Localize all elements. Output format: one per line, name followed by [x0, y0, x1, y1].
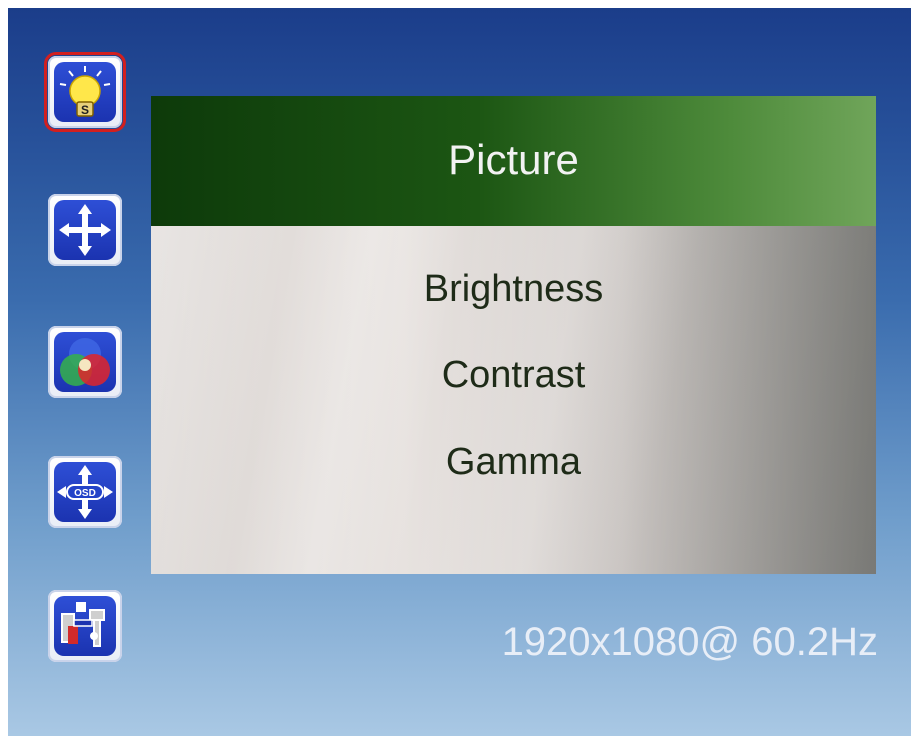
picture-menu-button-bg: S: [54, 62, 116, 122]
osd-menu-button-bg: OSD: [54, 462, 116, 522]
position-menu-button[interactable]: [48, 194, 122, 266]
setup-menu-button[interactable]: [48, 590, 122, 662]
tools-icon: [61, 602, 105, 647]
osd-position-icon: OSD: [57, 465, 113, 519]
osd-screen: S OSD Picture Brightness Contrast Gamma …: [8, 8, 911, 736]
position-menu-button-bg: [54, 200, 116, 260]
menu-item-gamma[interactable]: Gamma: [151, 441, 876, 484]
position-arrows-icon: [59, 204, 111, 256]
brightness-bulb-icon: S: [59, 66, 111, 117]
osd-menu-button[interactable]: OSD: [48, 456, 122, 528]
setup-menu-button-bg: [54, 596, 116, 656]
resolution-status: 1920x1080@ 60.2Hz: [501, 620, 878, 664]
panel-header: Picture: [151, 96, 876, 226]
panel-body: Brightness Contrast Gamma: [151, 226, 876, 574]
picture-menu-button[interactable]: S: [44, 52, 126, 132]
svg-text:S: S: [81, 103, 89, 117]
color-circles-icon: [60, 338, 110, 386]
color-menu-button-bg: [54, 332, 116, 392]
svg-text:OSD: OSD: [74, 488, 96, 499]
menu-item-contrast[interactable]: Contrast: [151, 354, 876, 397]
panel-title: Picture: [448, 136, 579, 183]
color-menu-button[interactable]: [48, 326, 122, 398]
picture-panel: Picture Brightness Contrast Gamma: [151, 96, 876, 574]
menu-item-brightness[interactable]: Brightness: [151, 268, 876, 311]
